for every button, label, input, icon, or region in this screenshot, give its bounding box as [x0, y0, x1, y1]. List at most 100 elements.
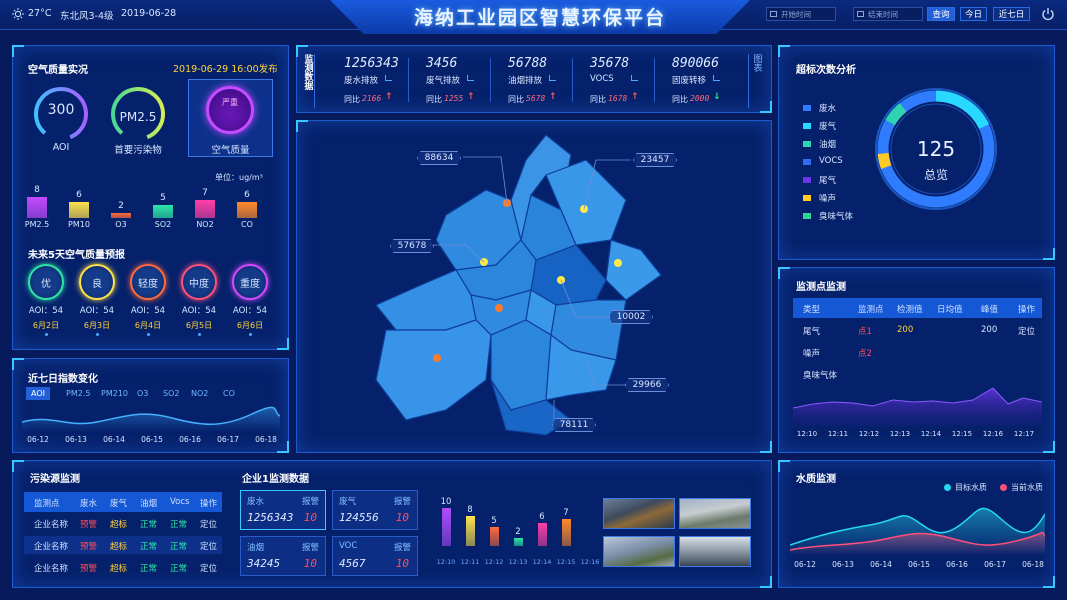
map-tag: 78111 [552, 418, 596, 432]
station-table: 类型 监测点 检测值 日均值 峰值 操作 尾气 点1 200 200 定位 噪声 点2 臭味气体 [793, 298, 1042, 388]
card-value: 124556 [339, 511, 379, 524]
station-area-chart [793, 387, 1042, 426]
legend-label: 废气 [819, 122, 837, 132]
axis-label: 12:15 [951, 430, 973, 438]
map-tag: 29966 [625, 378, 669, 392]
map-tag: 23457 [633, 153, 677, 167]
axis-label: 12:10 [796, 430, 818, 438]
pollution-cell: 超标 [110, 564, 128, 574]
bar-value-label: 7 [563, 508, 569, 519]
card-alarm: 报警 [301, 497, 319, 507]
locate-button[interactable]: 定位 [200, 540, 217, 552]
seven-days-button[interactable]: 近七日 [993, 7, 1030, 21]
start-time-input[interactable]: 开始时间 [766, 7, 836, 21]
query-button[interactable]: 查询 [927, 7, 955, 21]
tab-pm25[interactable]: PM2.5 [61, 387, 95, 400]
axis-label: 06-12 [27, 435, 49, 444]
pollutant-bar [195, 199, 215, 218]
seven-day-wave [22, 406, 280, 432]
tab-so2[interactable]: SO2 [158, 387, 184, 400]
company-card[interactable]: 废水 报警 1256343 10 [240, 490, 326, 530]
aqi-value: 300 [47, 102, 75, 118]
end-time-input[interactable]: 结束时间 [853, 7, 923, 21]
pollution-cell: 正常 [140, 542, 158, 552]
site-photo [603, 536, 675, 567]
publish-time: 2019-06-29 16:00发布 [173, 64, 278, 75]
tab-pm210[interactable]: PM210 [96, 387, 133, 400]
map-region [375, 319, 492, 421]
map-tag: 57678 [390, 239, 434, 253]
card-name: 油烟 [247, 543, 265, 553]
axis-label: 12:11 [827, 430, 849, 438]
pollution-cell: 正常 [170, 520, 188, 530]
forecast-date: 6月5日 [185, 321, 213, 330]
tab-no2[interactable]: NO2 [186, 387, 213, 400]
chart-icon [467, 75, 474, 81]
axis-label: 12:10 [436, 558, 456, 566]
legend-dot-current [1000, 484, 1007, 491]
tab-o3[interactable]: O3 [132, 387, 153, 400]
pollution-cell: 预警 [80, 542, 98, 552]
air-level-badge: 严重 [206, 86, 254, 134]
map-marker [433, 354, 441, 362]
legend-label: 臭味气体 [819, 212, 854, 222]
axis-label: 12:14 [532, 558, 552, 566]
card-name: 废水 [247, 497, 265, 507]
header-date: 2019-06-28 [121, 8, 177, 19]
station-cell: 噪声 [803, 349, 821, 359]
monitor-value: 35678 [590, 56, 630, 71]
legend-swatch [803, 195, 811, 201]
locate-button[interactable]: 定位 [1018, 325, 1035, 337]
locate-button[interactable]: 定位 [200, 518, 217, 530]
pollutant-name: SO2 [154, 220, 172, 229]
monitor-items: 1256343 废水排放 同比 2166 ↑ 3456 废气排放 同比 1255 ↑ 56788 油烟… [330, 52, 745, 108]
monitor-divider [654, 58, 655, 102]
chart-toggle-button[interactable]: 图表 [748, 54, 764, 108]
company-bar [514, 538, 523, 546]
company-card[interactable]: 废气 报警 124556 10 [332, 490, 418, 530]
pollution-cell: 正常 [170, 542, 188, 552]
bar-value-label: 10 [440, 497, 452, 507]
pollution-header-cell: 操作 [200, 499, 218, 509]
tab-co[interactable]: CO [218, 387, 240, 400]
station-header-cell: 检测值 [897, 305, 923, 315]
monitor-delta: 1678 [608, 94, 628, 103]
air-level-value: 严重 [222, 97, 238, 107]
locate-button[interactable]: 定位 [200, 562, 217, 574]
bar-value-label: 2 [118, 200, 124, 211]
forecast-level: 中度 [189, 278, 209, 290]
station-cell: 200 [981, 325, 998, 335]
forecast-aqi: AOI：54 [181, 306, 217, 316]
bar-value-label: 6 [539, 512, 545, 523]
forecast-badge: 良 [79, 264, 115, 300]
site-photo [679, 498, 751, 529]
card-name: 废气 [339, 497, 357, 507]
pollutant-name: PM2.5 [24, 220, 50, 229]
pollutant-bar [237, 202, 257, 218]
power-icon[interactable] [1041, 7, 1055, 21]
company-bar-chart: 10 12:10 8 12:11 5 12:12 2 12:13 6 12:14 7 12:15 12:… [432, 497, 600, 570]
pollution-header-cell: 监测点 [34, 499, 60, 509]
card-value: 1256343 [247, 511, 294, 524]
pollutant-name: CO [241, 220, 253, 229]
page-title: 海纳工业园区智慧环保平台 [413, 6, 666, 29]
pollutant-bar [69, 202, 89, 218]
station-header-cell: 峰值 [981, 305, 999, 315]
legend-label: 噪声 [819, 194, 837, 204]
company-card[interactable]: 油烟 报警 34245 10 [240, 536, 326, 576]
station-cell: 200 [897, 325, 914, 335]
today-button[interactable]: 今日 [960, 7, 987, 21]
chart-icon [631, 75, 638, 81]
station-cell: 点1 [858, 327, 872, 337]
bar-value-label: 8 [467, 504, 473, 515]
legend-swatch [803, 141, 811, 147]
tab-aoi[interactable]: AOI [26, 387, 50, 400]
air-quality-title: 空气质量实况 [28, 65, 88, 76]
station-header-cell: 日均值 [937, 305, 963, 315]
company-card[interactable]: VOC 报警 4567 10 [332, 536, 418, 576]
weather-wind: 东北风3-4级 [60, 11, 114, 22]
map-tag: 88634 [417, 151, 461, 165]
seven-day-tabs: AOI PM2.5 PM210 O3 SO2 NO2 CO [26, 387, 281, 401]
axis-label: 06-18 [255, 435, 277, 444]
monitor-arrow: ↑ [385, 92, 393, 102]
